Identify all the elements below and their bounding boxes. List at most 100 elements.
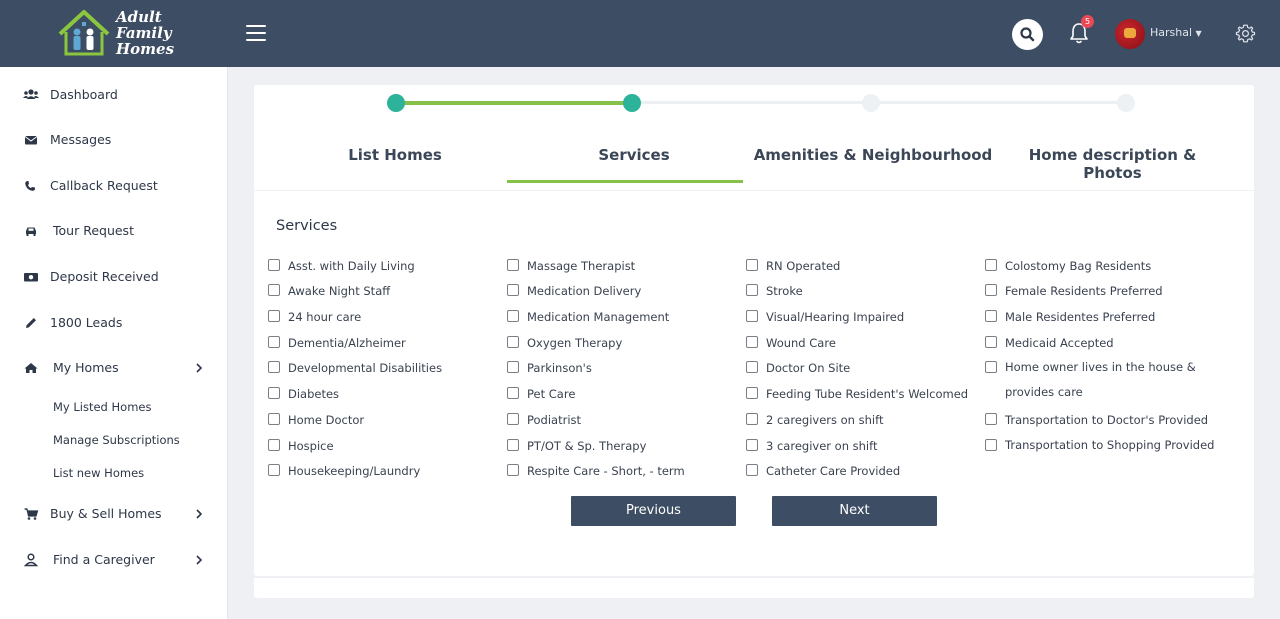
checkbox-label: Diabetes — [288, 387, 340, 401]
checkbox-label: Male Residentes Preferred — [1005, 310, 1156, 324]
user-icon — [23, 553, 39, 567]
tab-amenities-neighbourhood[interactable]: Amenities & Neighbourhood — [753, 146, 993, 164]
search-icon — [1020, 27, 1035, 42]
sidebar-item-label: Buy & Sell Homes — [50, 506, 162, 521]
checkbox-label: Stroke — [766, 284, 803, 298]
checkbox-label: Developmental Disabilities — [288, 361, 443, 375]
home-icon — [24, 363, 38, 373]
checkbox-label: Doctor On Site — [766, 361, 851, 375]
checkbox-label: 24 hour care — [288, 310, 362, 324]
checkbox-label: Housekeeping/Laundry — [288, 464, 421, 478]
settings-button[interactable] — [1235, 23, 1256, 44]
checkbox-label: Catheter Care Provided — [766, 464, 901, 478]
checkbox-label: Home owner lives in the house & provides… — [1005, 360, 1196, 399]
sidebar: Dashboard Messages Callback Request Tour… — [0, 67, 228, 619]
phone-icon — [25, 181, 35, 191]
checkbox-label: Transportation to Doctor's Provided — [1005, 413, 1209, 427]
tab-list-homes[interactable]: List Homes — [290, 146, 500, 164]
sidebar-item-buy-sell-homes[interactable]: Buy & Sell Homes — [0, 499, 228, 529]
sidebar-item-deposit-received[interactable]: Deposit Received — [0, 262, 228, 292]
top-header: Adult Family Homes 5 Harshal ▼ — [0, 0, 1280, 67]
checkbox-label: 3 caregiver on shift — [766, 439, 878, 453]
sidebar-item-label: Find a Caregiver — [53, 552, 155, 567]
chevron-down-icon: ▼ — [1195, 29, 1202, 38]
step-indicator-list-homes — [387, 94, 405, 112]
service-checkbox[interactable]: Home owner lives in the house & provides… — [985, 359, 1235, 405]
car-icon — [26, 227, 36, 236]
sidebar-item-dashboard[interactable]: Dashboard — [0, 80, 228, 110]
checkbox-label: Massage Therapist — [527, 259, 636, 273]
sidebar-item-label: Callback Request — [50, 178, 158, 193]
checkbox-label: Feeding Tube Resident's Welcomed — [766, 387, 969, 401]
logo-line: Adult — [116, 8, 162, 26]
checkbox-label: 2 caregivers on shift — [766, 413, 884, 427]
progress-fill — [396, 101, 632, 105]
sidebar-item-1800-leads[interactable]: 1800 Leads — [0, 308, 228, 338]
house-logo-icon — [58, 10, 110, 56]
service-checkbox[interactable]: Transportation to Shopping Provided — [985, 437, 1235, 483]
menu-icon[interactable] — [246, 25, 266, 41]
sidebar-item-label: Deposit Received — [50, 269, 159, 284]
sidebar-item-tour-request[interactable]: Tour Request — [0, 216, 228, 246]
sidebar-item-find-a-caregiver[interactable]: Find a Caregiver — [0, 545, 228, 575]
sidebar-item-label: Dashboard — [50, 87, 118, 102]
checkbox-label: RN Operated — [766, 259, 841, 273]
sidebar-item-label: Tour Request — [53, 223, 134, 238]
checkbox-label: Medicaid Accepted — [1005, 336, 1114, 350]
adult-family-homes-logo[interactable]: Adult Family Homes — [56, 8, 176, 60]
sidebar-item-my-homes[interactable]: My Homes — [0, 353, 228, 383]
checkbox-label: Wound Care — [766, 336, 836, 350]
money-icon — [24, 273, 38, 282]
logo-text: Adult Family Homes — [116, 9, 174, 57]
checkbox-label: Hospice — [288, 439, 334, 453]
checkbox-label: Asst. with Daily Living — [288, 259, 415, 273]
checkbox-label: Transportation to Shopping Provided — [1005, 438, 1215, 452]
sidebar-item-label: 1800 Leads — [50, 315, 123, 330]
user-menu[interactable]: Harshal ▼ — [1150, 26, 1202, 39]
chevron-right-icon — [196, 509, 203, 519]
checkbox-label: Visual/Hearing Impaired — [766, 310, 905, 324]
checkbox-label: Female Residents Preferred — [1005, 284, 1163, 298]
checkbox-label: Medication Delivery — [527, 284, 642, 298]
checkbox-label: Home Doctor — [288, 413, 365, 427]
checkbox-label: Respite Care - Short, - term — [527, 464, 685, 478]
checkbox-label: Oxygen Therapy — [527, 336, 623, 350]
step-indicator-home-description — [1117, 94, 1135, 112]
step-indicator-amenities — [862, 94, 880, 112]
next-button[interactable]: Next — [772, 496, 937, 526]
tab-home-description-photos[interactable]: Home description & Photos — [1000, 146, 1225, 182]
sidebar-subitem-manage-subscriptions[interactable]: Manage Subscriptions — [53, 433, 180, 447]
sidebar-subitem-list-new-homes[interactable]: List new Homes — [53, 466, 144, 480]
pencil-icon — [26, 318, 36, 328]
checkbox-label: Podiatrist — [527, 413, 582, 427]
sidebar-item-label: Messages — [50, 132, 112, 147]
checkbox-label: Colostomy Bag Residents — [1005, 259, 1152, 273]
tab-services[interactable]: Services — [530, 146, 738, 164]
checkbox-label: Parkinson's — [527, 361, 592, 375]
divider — [254, 190, 1254, 191]
active-tab-indicator — [507, 180, 743, 183]
checkbox-label: Awake Night Staff — [288, 284, 391, 298]
sidebar-item-callback-request[interactable]: Callback Request — [0, 171, 228, 201]
section-title: Services — [276, 218, 338, 234]
checkbox-label: Medication Management — [527, 310, 670, 324]
users-icon — [23, 89, 39, 99]
search-button[interactable] — [1012, 19, 1043, 50]
settings-icon — [1235, 24, 1256, 43]
previous-button[interactable]: Previous — [571, 496, 736, 526]
avatar[interactable] — [1115, 19, 1145, 49]
chevron-right-icon — [196, 555, 203, 565]
notification-count-badge: 5 — [1081, 15, 1094, 28]
avatar-logo-icon — [1124, 28, 1136, 38]
logo-line: Homes — [116, 40, 175, 58]
checkbox-label: Pet Care — [527, 387, 576, 401]
sidebar-subitem-my-listed-homes[interactable]: My Listed Homes — [53, 400, 151, 414]
user-name: Harshal — [1150, 26, 1193, 39]
checkbox-label: Dementia/Alzheimer — [288, 336, 406, 350]
envelope-icon — [24, 136, 38, 145]
cart-icon — [24, 508, 39, 520]
chevron-right-icon — [196, 363, 203, 373]
logo-line: Family — [116, 24, 172, 42]
sidebar-item-messages[interactable]: Messages — [0, 125, 228, 155]
checkbox-label: PT/OT & Sp. Therapy — [527, 439, 647, 453]
